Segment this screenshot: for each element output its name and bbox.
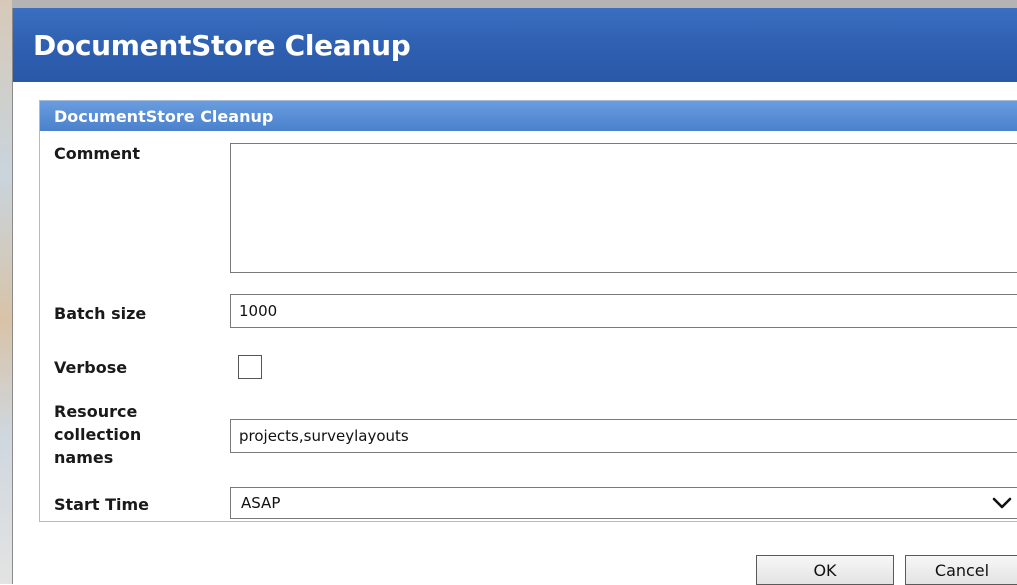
dialog-titlebar[interactable]: DocumentStore Cleanup (13, 8, 1017, 82)
background-window-edge (0, 0, 1017, 8)
form-panel: DocumentStore Cleanup Comment Batch size… (39, 100, 1017, 522)
ok-button-label: OK (813, 560, 837, 580)
start-time-value: ASAP (241, 494, 281, 512)
chevron-down-icon[interactable] (991, 492, 1013, 514)
panel-header: DocumentStore Cleanup (40, 101, 1017, 131)
background-window (0, 0, 12, 584)
resource-label-line1: Resource (54, 402, 138, 421)
cancel-button-label: Cancel (934, 560, 990, 580)
batch-size-label: Batch size (54, 304, 147, 323)
start-time-label: Start Time (54, 495, 149, 514)
panel-title: DocumentStore Cleanup (54, 106, 274, 126)
comment-textarea[interactable] (230, 143, 1017, 273)
resource-label-line2: collection (54, 425, 142, 444)
comment-label: Comment (54, 144, 140, 163)
start-time-select[interactable]: ASAP (230, 487, 1017, 519)
verbose-checkbox[interactable] (238, 355, 262, 379)
cleanup-dialog: DocumentStore Cleanup DocumentStore Clea… (12, 8, 1017, 585)
ok-button[interactable]: OK (756, 555, 894, 585)
resource-collection-input[interactable] (230, 419, 1017, 453)
verbose-label: Verbose (54, 358, 128, 377)
cancel-button[interactable]: Cancel (905, 555, 1017, 585)
resource-label-line3: names (54, 448, 114, 467)
batch-size-input[interactable] (230, 294, 1017, 328)
dialog-title: DocumentStore Cleanup (33, 28, 411, 62)
